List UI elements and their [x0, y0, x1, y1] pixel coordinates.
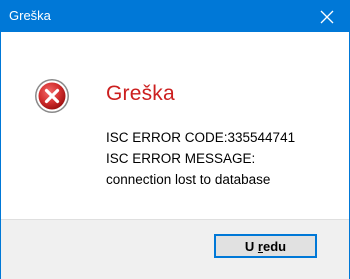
error-code-text: ISC ERROR CODE:335544741 — [106, 130, 296, 145]
error-dialog: Greška Greška ISC ERROR CODE:335544741 I… — [0, 0, 350, 279]
error-icon — [34, 78, 70, 114]
dialog-content: Greška ISC ERROR CODE:335544741 ISC ERRO… — [1, 32, 349, 219]
ok-button-label: U redu — [244, 238, 287, 254]
error-message-text: connection lost to database — [106, 172, 271, 187]
error-message-label: ISC ERROR MESSAGE: — [106, 151, 256, 166]
title-bar[interactable]: Greška — [1, 1, 349, 32]
ok-button[interactable]: U redu — [214, 234, 317, 258]
close-icon — [320, 10, 334, 24]
window-title: Greška — [9, 8, 51, 23]
button-bar: U redu — [1, 219, 349, 279]
dialog-heading: Greška — [106, 82, 175, 105]
close-button[interactable] — [305, 1, 349, 32]
